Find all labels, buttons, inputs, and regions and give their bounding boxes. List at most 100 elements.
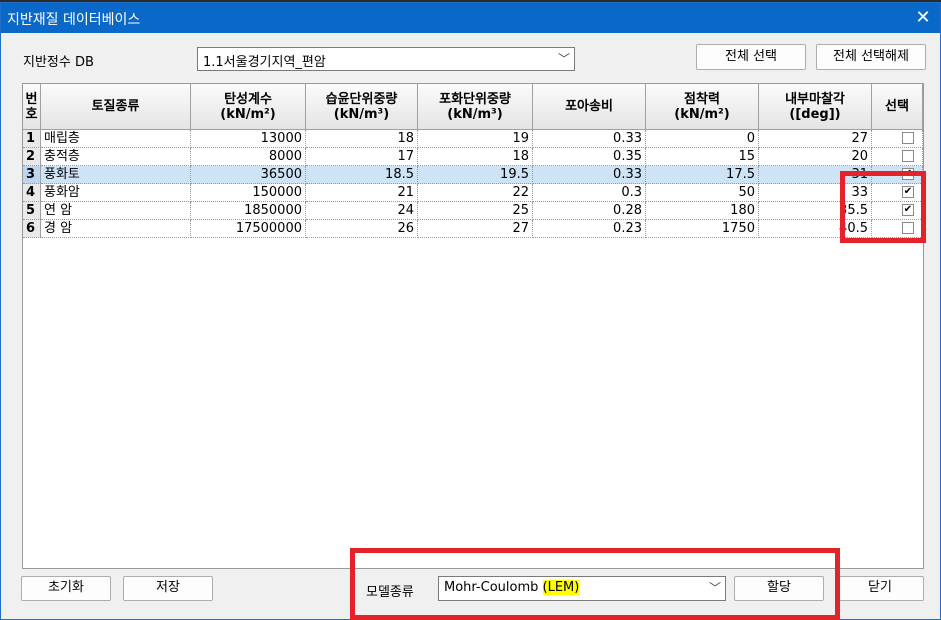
cell-select: ✔	[872, 166, 923, 184]
model-type-value: Mohr-Coulomb (LEM)	[444, 580, 580, 595]
cell-poisson[interactable]: 0.28	[533, 202, 646, 220]
cell-e[interactable]: 13000	[191, 130, 306, 148]
cell-poisson[interactable]: 0.33	[533, 130, 646, 148]
cell-sat[interactable]: 22	[418, 184, 533, 202]
header-no-l1: 번	[25, 91, 38, 107]
cell-wet[interactable]: 26	[306, 220, 418, 238]
close-button[interactable]: 닫기	[836, 576, 924, 601]
cell-e[interactable]: 36500	[191, 166, 306, 184]
cell-e[interactable]: 1850000	[191, 202, 306, 220]
cell-type[interactable]: 충적층	[41, 148, 191, 166]
model-type-label: 모델종류	[366, 585, 414, 600]
header-poisson-l1: 포아송비	[565, 99, 613, 114]
reset-button[interactable]: 초기화	[21, 576, 111, 601]
material-table[interactable]: 번호 토질종류 탄성계수 (kN/m²) 습윤단위중량 (kN/m³) 포화단위중량…	[22, 83, 924, 569]
table-row[interactable]: 4 풍화암 150000 21 22 0.3 50 33 ✔	[23, 184, 923, 202]
checkbox-checked[interactable]: ✔	[902, 186, 914, 198]
cell-phi[interactable]: 20	[759, 148, 872, 166]
cell-poisson[interactable]: 0.35	[533, 148, 646, 166]
cell-type[interactable]: 매립층	[41, 130, 191, 148]
save-button[interactable]: 저장	[123, 576, 213, 601]
table-row[interactable]: 5연 암 1850000 24 25 0.28 180 35.5 ✔	[23, 202, 923, 220]
assign-button[interactable]: 할당	[734, 576, 824, 601]
cell-poisson[interactable]: 0.33	[533, 166, 646, 184]
header-poisson[interactable]: 포아송비	[533, 84, 646, 130]
header-cohesion-l1: 점착력	[684, 91, 720, 107]
header-soil-type-l1: 토질종류	[91, 99, 140, 114]
cell-no[interactable]: 2	[23, 148, 41, 166]
db-label: 지반정수 DB	[23, 55, 94, 70]
cell-wet[interactable]: 21	[306, 184, 418, 202]
cell-coh[interactable]: 17.5	[646, 166, 759, 184]
material-database-dialog: 지반재질 데이터베이스 ✕ 지반정수 DB 1.1서울경기지역_편암 ﹀ 전체 …	[0, 2, 941, 620]
cell-type[interactable]: 연 암	[41, 202, 191, 220]
header-elastic-modulus-l1: 탄성계수	[224, 91, 272, 107]
cell-no[interactable]: 1	[23, 130, 41, 148]
cell-wet[interactable]: 17	[306, 148, 418, 166]
cell-select	[872, 130, 923, 148]
cell-sat[interactable]: 18	[418, 148, 533, 166]
cell-sat[interactable]: 19	[418, 130, 533, 148]
cell-coh[interactable]: 50	[646, 184, 759, 202]
header-wet-unit-weight[interactable]: 습윤단위중량 (kN/m³)	[306, 84, 418, 130]
db-select[interactable]: 1.1서울경기지역_편암 ﹀	[197, 47, 575, 71]
chevron-down-icon[interactable]: ﹀	[558, 50, 570, 67]
header-sat-unit-weight-l1: 포화단위중량	[439, 91, 511, 107]
cell-phi[interactable]: 31	[759, 166, 872, 184]
cell-poisson[interactable]: 0.23	[533, 220, 646, 238]
cell-select	[872, 220, 923, 238]
cell-type[interactable]: 경 암	[41, 220, 191, 238]
checkbox-checked[interactable]: ✔	[902, 204, 914, 216]
model-type-select[interactable]: Mohr-Coulomb (LEM) ﹀	[438, 576, 726, 601]
header-friction-angle[interactable]: 내부마찰각 ([deg])	[759, 84, 872, 130]
header-cohesion-l2: (kN/m²)	[674, 106, 730, 122]
cell-no[interactable]: 3	[23, 166, 41, 184]
checkbox-unchecked[interactable]	[902, 132, 914, 144]
cell-wet[interactable]: 24	[306, 202, 418, 220]
cell-e[interactable]: 150000	[191, 184, 306, 202]
cell-phi[interactable]: 35.5	[759, 202, 872, 220]
checkbox-checked[interactable]: ✔	[902, 168, 914, 180]
close-icon[interactable]: ✕	[912, 7, 934, 29]
cell-phi[interactable]: 40.5	[759, 220, 872, 238]
header-sat-unit-weight[interactable]: 포화단위중량 (kN/m³)	[418, 84, 533, 130]
table-row[interactable]: 6경 암 17500000 26 27 0.23 1750 40.5	[23, 220, 923, 238]
model-type-value-main: Mohr-Coulomb	[444, 580, 543, 595]
cell-type[interactable]: 풍화암	[41, 184, 191, 202]
checkbox-unchecked[interactable]	[902, 222, 914, 234]
cell-coh[interactable]: 0	[646, 130, 759, 148]
chevron-down-icon[interactable]: ﹀	[709, 579, 721, 596]
table-row[interactable]: 2 충적층 8000 17 18 0.35 15 20	[23, 148, 923, 166]
header-friction-angle-l1: 내부마찰각	[785, 91, 845, 107]
cell-phi[interactable]: 33	[759, 184, 872, 202]
cell-coh[interactable]: 15	[646, 148, 759, 166]
header-select[interactable]: 선택	[872, 84, 923, 130]
header-soil-type[interactable]: 토질종류	[41, 84, 191, 130]
checkbox-unchecked[interactable]	[902, 150, 914, 162]
cell-wet[interactable]: 18	[306, 130, 418, 148]
cell-coh[interactable]: 1750	[646, 220, 759, 238]
cell-phi[interactable]: 27	[759, 130, 872, 148]
cell-coh[interactable]: 180	[646, 202, 759, 220]
cell-e[interactable]: 17500000	[191, 220, 306, 238]
cell-no[interactable]: 6	[23, 220, 41, 238]
table-row[interactable]: 1 매립층 13000 18 19 0.33 0 27	[23, 130, 923, 148]
header-no[interactable]: 번호	[23, 84, 41, 130]
cell-type[interactable]: 풍화토	[41, 166, 191, 184]
db-select-value: 1.1서울경기지역_편암	[203, 55, 326, 70]
cell-wet[interactable]: 18.5	[306, 166, 418, 184]
cell-sat[interactable]: 27	[418, 220, 533, 238]
cell-no[interactable]: 4	[23, 184, 41, 202]
cell-e[interactable]: 8000	[191, 148, 306, 166]
cell-sat[interactable]: 25	[418, 202, 533, 220]
header-friction-angle-l2: ([deg])	[789, 106, 841, 122]
header-elastic-modulus[interactable]: 탄성계수 (kN/m²)	[191, 84, 306, 130]
table-row[interactable]: 3 풍화토 36500 18.5 19.5 0.33 17.5 31 ✔	[23, 166, 923, 184]
header-cohesion[interactable]: 점착력 (kN/m²)	[646, 84, 759, 130]
cell-no[interactable]: 5	[23, 202, 41, 220]
cell-sat[interactable]: 19.5	[418, 166, 533, 184]
deselect-all-button[interactable]: 전체 선택해제	[816, 44, 926, 70]
cell-poisson[interactable]: 0.3	[533, 184, 646, 202]
cell-select: ✔	[872, 202, 923, 220]
select-all-button[interactable]: 전체 선택	[696, 44, 806, 70]
